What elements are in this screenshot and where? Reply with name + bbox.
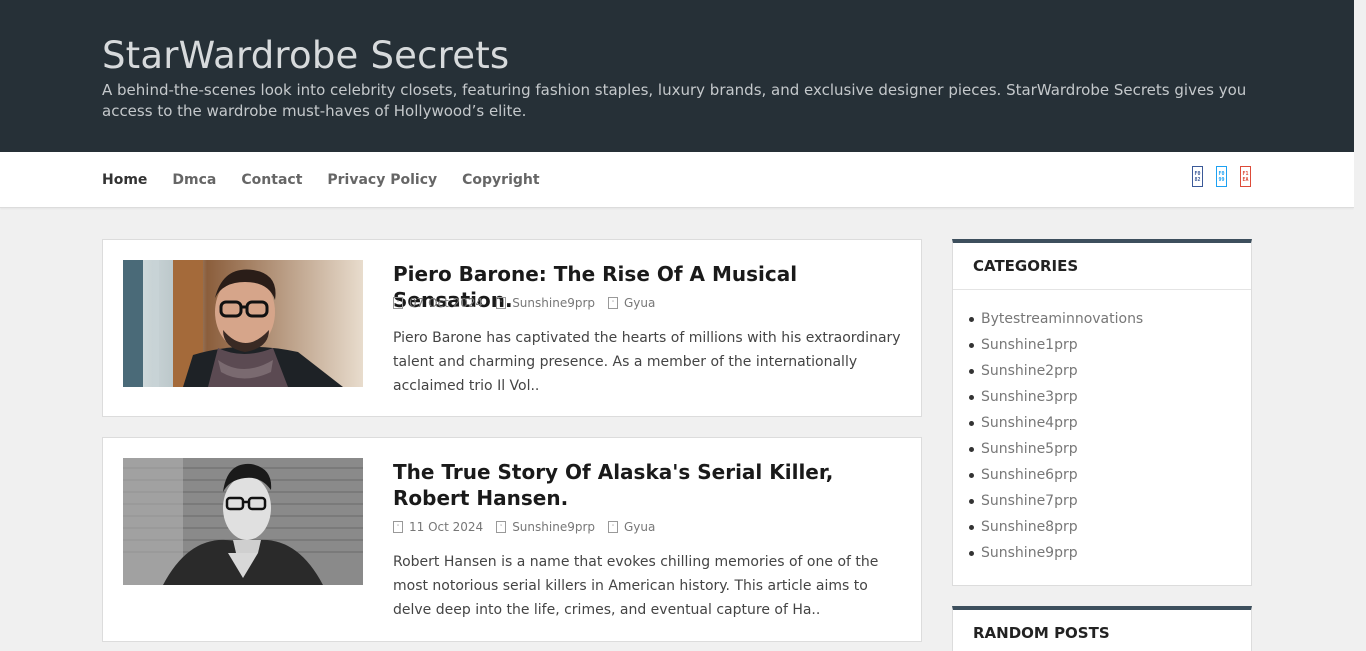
post-category[interactable]: Gyua [624,296,655,310]
post-author[interactable]: Sunshine9prp [512,520,595,534]
folder-icon: ▫ [608,521,618,533]
post-author[interactable]: Sunshine9prp [512,296,595,310]
post-meta: ▫ 11 Oct 2024 ▫ Sunshine9prp ▫ Gyua [393,520,668,534]
category-item[interactable]: Sunshine4prp [969,410,1251,436]
calendar-icon: ▫ [393,297,403,309]
user-icon: ▫ [496,521,507,533]
nav-item-dmca[interactable]: Dmca [172,172,216,188]
category-item[interactable]: Sunshine1prp [969,332,1251,358]
google-plus-icon[interactable]: F1 EA [1240,166,1251,187]
category-item[interactable]: Bytestreaminnovations [969,306,1251,332]
category-item[interactable]: Sunshine2prp [969,358,1251,384]
post-excerpt: Robert Hansen is a name that evokes chil… [393,554,879,618]
random-posts-widget: RANDOM POSTS [952,606,1252,651]
category-item[interactable]: Sunshine6prp [969,462,1251,488]
facebook-icon[interactable]: F0 82 [1192,166,1203,187]
post-thumbnail[interactable] [123,458,363,585]
post-category[interactable]: Gyua [624,520,655,534]
site-title[interactable]: StarWardrobe Secrets [102,34,509,77]
post-thumbnail-image [123,260,363,387]
twitter-icon[interactable]: F0 99 [1216,166,1227,187]
post-date: 07 Oct 2024 [409,296,484,310]
nav-item-contact[interactable]: Contact [241,172,302,188]
post-title[interactable]: The True Story Of Alaska's Serial Killer… [393,459,903,511]
category-item[interactable]: Sunshine5prp [969,436,1251,462]
nav-item-home[interactable]: Home [102,172,147,188]
post-meta: ▫ 07 Oct 2024 ▫ Sunshine9prp ▫ Gyua [393,296,668,310]
widget-title: RANDOM POSTS [953,610,1251,651]
post-card: Piero Barone: The Rise Of A Musical Sens… [102,239,922,417]
post-card: The True Story Of Alaska's Serial Killer… [102,437,922,642]
post-date: 11 Oct 2024 [409,520,484,534]
categories-list: Bytestreaminnovations Sunshine1prp Sunsh… [953,290,1251,572]
categories-widget: CATEGORIES Bytestreaminnovations Sunshin… [952,239,1252,586]
post-excerpt: Piero Barone has captivated the hearts o… [393,330,901,394]
category-item[interactable]: Sunshine3prp [969,384,1251,410]
post-thumbnail-image [123,458,363,585]
user-icon: ▫ [496,297,507,309]
site-description: A behind-the-scenes look into celebrity … [102,81,1247,120]
calendar-icon: ▫ [393,521,403,533]
post-thumbnail[interactable] [123,260,363,387]
category-item[interactable]: Sunshine9prp [969,540,1251,566]
folder-icon: ▫ [608,297,618,309]
category-item[interactable]: Sunshine8prp [969,514,1251,540]
category-item[interactable]: Sunshine7prp [969,488,1251,514]
nav-menu: Home Dmca Contact Privacy Policy Copyrig… [102,152,565,208]
scrollbar[interactable] [1354,0,1366,651]
main-navigation: Home Dmca Contact Privacy Policy Copyrig… [0,152,1354,208]
nav-item-copyright[interactable]: Copyright [462,172,539,188]
widget-title: CATEGORIES [953,243,1251,290]
site-header: StarWardrobe Secrets A behind-the-scenes… [0,0,1354,152]
nav-item-privacy-policy[interactable]: Privacy Policy [327,172,437,188]
